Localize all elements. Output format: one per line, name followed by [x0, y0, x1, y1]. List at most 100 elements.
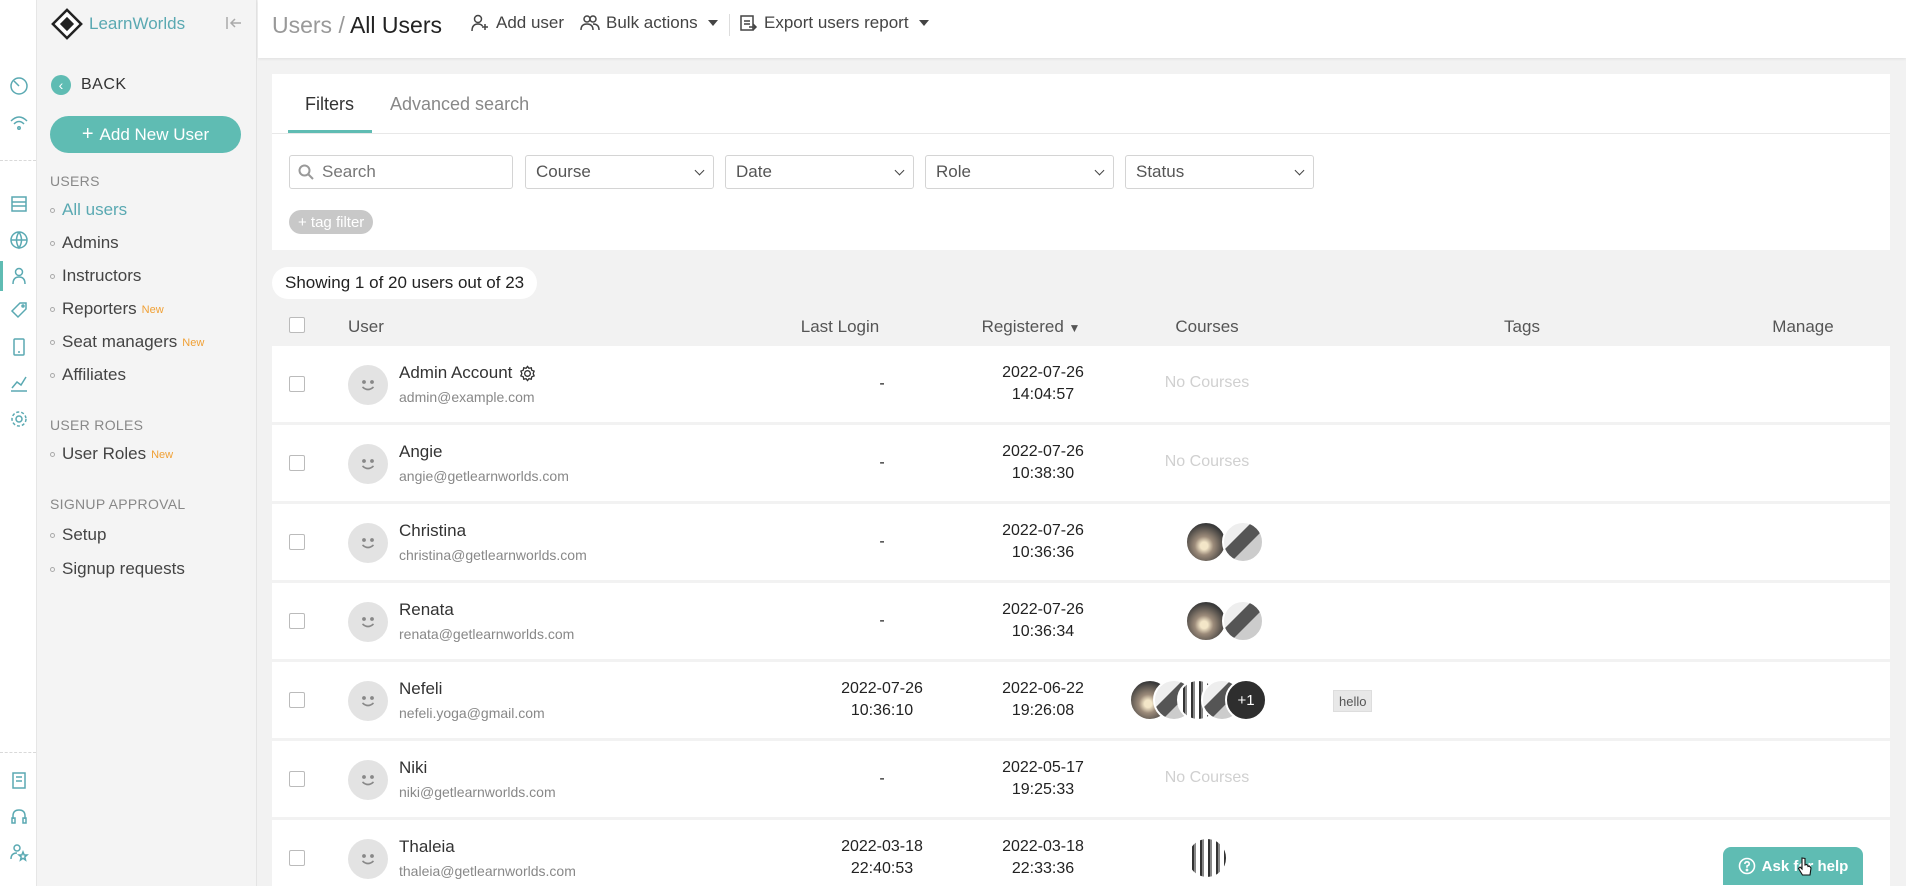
- last-login-cell: -: [822, 373, 942, 395]
- role-filter-select[interactable]: Role: [925, 155, 1114, 189]
- clipboard-icon[interactable]: [7, 768, 30, 791]
- course-thumbnail[interactable]: [1222, 521, 1264, 563]
- mobile-icon[interactable]: [7, 335, 30, 358]
- export-users-report-dropdown[interactable]: Export users report: [738, 13, 929, 33]
- globe-icon[interactable]: [7, 228, 30, 251]
- admin-gear-icon: [520, 364, 536, 382]
- select-all-checkbox[interactable]: [289, 317, 305, 333]
- chevron-left-icon: ‹: [51, 75, 71, 95]
- last-login-cell: -: [822, 452, 942, 474]
- no-courses-text: No Courses: [1164, 769, 1250, 786]
- collapse-sidebar-icon[interactable]: [225, 14, 243, 32]
- course-filter-select[interactable]: Course: [525, 155, 714, 189]
- sidebar-item-reporters[interactable]: Reporters New: [50, 299, 164, 319]
- user-name-link[interactable]: Niki: [399, 758, 427, 778]
- tag-icon[interactable]: [7, 298, 30, 321]
- analytics-icon[interactable]: [7, 371, 30, 394]
- user-name: Niki: [399, 758, 428, 777]
- avatar[interactable]: [348, 444, 388, 484]
- registered-line: 14:04:57: [1011, 386, 1075, 403]
- app-logo[interactable]: LearnWorlds: [51, 8, 185, 40]
- users-group-icon: [580, 15, 600, 31]
- registered-cell: 2022-07-26 14:04:57: [983, 362, 1103, 406]
- sidebar-item-instructors[interactable]: Instructors: [50, 266, 141, 286]
- sidebar-item-admins[interactable]: Admins: [50, 233, 119, 253]
- registered-line: 2022-05-17: [1002, 759, 1084, 776]
- table-row[interactable]: Niki niki@getlearnworlds.com - 2022-05-17 19…: [272, 741, 1890, 817]
- breadcrumb-users[interactable]: Users /: [272, 12, 345, 38]
- table-row[interactable]: Angie angie@getlearnworlds.com - 2022-07-26…: [272, 425, 1890, 501]
- course-filter-value: Course: [536, 162, 591, 181]
- table-row[interactable]: Christina christina@getlearnworlds.com -20…: [272, 504, 1890, 580]
- row-checkbox[interactable]: [289, 455, 305, 471]
- column-registered[interactable]: Registered ▼: [936, 317, 1126, 337]
- course-thumbnail[interactable]: [1185, 600, 1227, 642]
- table-row[interactable]: Nefeli nefeli.yoga@gmail.com 2022-07-26 10:…: [272, 662, 1890, 738]
- user-email: angie@getlearnworlds.com: [399, 468, 569, 484]
- column-last-login[interactable]: Last Login: [780, 317, 900, 337]
- sidebar-item-affiliates[interactable]: Affiliates: [50, 365, 126, 385]
- dashboard-icon[interactable]: [7, 74, 30, 97]
- support-icon[interactable]: [7, 805, 30, 828]
- add-new-user-label: Add New User: [99, 124, 210, 144]
- user-name: Angie: [399, 442, 443, 461]
- registered-cell: 2022-05-17 19:25:33: [983, 757, 1103, 801]
- tab-advanced-search[interactable]: Advanced search: [390, 94, 529, 115]
- user-tag[interactable]: hello: [1333, 690, 1373, 712]
- last-login-line: -: [879, 375, 885, 392]
- add-new-user-button[interactable]: + Add New User: [50, 116, 241, 153]
- pages-icon[interactable]: [7, 192, 30, 215]
- table-row[interactable]: Renata renata@getlearnworlds.com -2022-07-…: [272, 583, 1890, 659]
- settings-icon[interactable]: [7, 407, 30, 430]
- course-thumbnail[interactable]: [1222, 600, 1264, 642]
- course-avatars: [272, 600, 1472, 644]
- logo-icon: [51, 8, 83, 40]
- row-checkbox[interactable]: [289, 771, 305, 787]
- ask-for-help-button[interactable]: Ask for help: [1723, 847, 1863, 885]
- section-heading-users: USERS: [50, 173, 100, 189]
- breadcrumb: Users / All Users: [272, 12, 442, 39]
- user-star-icon[interactable]: [7, 840, 30, 863]
- row-checkbox[interactable]: [289, 376, 305, 392]
- course-avatars: [272, 521, 1472, 565]
- help-icon: [1738, 857, 1755, 875]
- column-courses: Courses: [1175, 317, 1239, 336]
- user-name-link[interactable]: Admin Account: [399, 363, 536, 383]
- no-courses-text: No Courses: [1164, 374, 1250, 391]
- registered-cell: 2022-07-26 10:38:30: [983, 441, 1103, 485]
- sidebar-item-all-users[interactable]: All users: [50, 200, 127, 220]
- avatar[interactable]: [348, 365, 388, 405]
- bulk-actions-label: Bulk actions: [606, 13, 698, 32]
- add-user-button[interactable]: Add user: [470, 13, 564, 33]
- search-input[interactable]: [322, 162, 502, 182]
- results-count: Showing 1 of 20 users out of 23: [272, 267, 538, 299]
- back-button[interactable]: ‹ BACK: [51, 75, 127, 95]
- sidebar-item-signup-requests[interactable]: Signup requests: [50, 559, 185, 579]
- table-row[interactable]: Thaleia thaleia@getlearnworlds.com 2022-03…: [272, 820, 1890, 886]
- more-courses-badge[interactable]: +1: [1225, 679, 1267, 721]
- sidebar-item-setup[interactable]: Setup: [50, 525, 106, 545]
- add-user-icon: [471, 14, 488, 32]
- users-icon[interactable]: [7, 264, 30, 287]
- sidebar-item-seat-managers[interactable]: Seat managers New: [50, 332, 204, 352]
- course-thumbnail[interactable]: [1186, 837, 1228, 879]
- tag-filter-button[interactable]: + tag filter: [289, 210, 374, 234]
- avatar[interactable]: [348, 760, 388, 800]
- tab-filters[interactable]: Filters: [305, 94, 354, 115]
- icon-rail: [0, 0, 37, 886]
- status-filter-select[interactable]: Status: [1125, 155, 1314, 189]
- app-name: LearnWorlds: [89, 14, 186, 33]
- sidebar-item-user-roles[interactable]: User Roles New: [50, 444, 173, 464]
- export-icon: [740, 15, 758, 31]
- user-name-link[interactable]: Angie: [399, 442, 442, 462]
- column-user[interactable]: User: [348, 317, 384, 337]
- course-thumbnail[interactable]: [1185, 521, 1227, 563]
- date-filter-select[interactable]: Date: [725, 155, 914, 189]
- chevron-down-icon: [694, 165, 705, 175]
- export-users-report-label: Export users report: [764, 13, 909, 32]
- wifi-icon[interactable]: [7, 111, 30, 134]
- user-email: admin@example.com: [399, 389, 535, 405]
- bulk-actions-dropdown[interactable]: Bulk actions: [580, 13, 718, 33]
- table-row[interactable]: Admin Account admin@example.com - 2022-07-2…: [272, 346, 1890, 422]
- search-box[interactable]: [289, 155, 513, 189]
